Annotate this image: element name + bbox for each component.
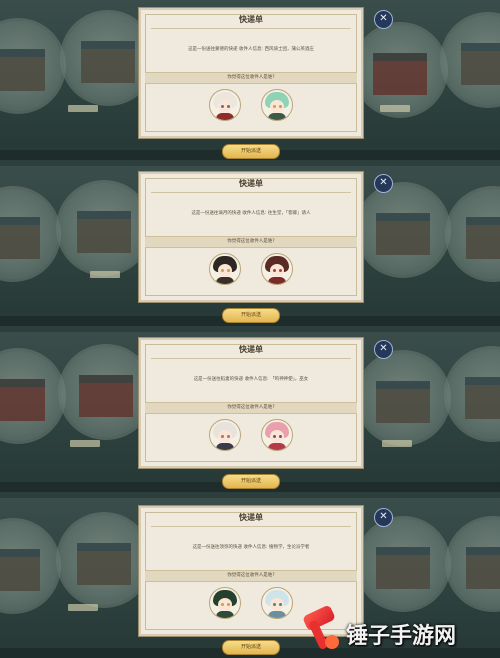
map-location-icon	[355, 516, 451, 612]
candidate-white-hair-avatar[interactable]	[209, 89, 241, 121]
candidate-dark-green-avatar[interactable]	[209, 587, 241, 619]
map-location-icon	[355, 350, 451, 446]
question-text: 你觉得这位收件人是谁?	[227, 75, 275, 80]
dialog-title: 快递单	[239, 345, 263, 354]
delivery-info: 这是一份送往璃月的快递 收件人信息: 往生堂，「客卿」请人	[191, 211, 311, 216]
location-label	[70, 440, 100, 447]
start-delivery-button[interactable]: 开始派送	[222, 474, 280, 489]
map-location-icon	[355, 182, 451, 278]
question-bar: 你觉得这位收件人是谁?	[145, 72, 357, 84]
delivery-dialog: 快递单 这是一份送往稻妻的快递 收件人信息: 「鸣神神使」，巫女 你觉得这位收件…	[139, 338, 363, 468]
map-location-icon	[56, 512, 152, 608]
question-text: 你觉得这位收件人是谁?	[227, 239, 275, 244]
candidate-hat-brown-avatar[interactable]	[261, 253, 293, 285]
candidate-green-hair-avatar[interactable]	[261, 89, 293, 121]
candidate-pink-hair-avatar[interactable]	[261, 419, 293, 451]
dialog-title: 快递单	[239, 15, 263, 24]
delivery-info: 这是一份送往须弥的快递 收件人信息: 植物学，生论派学者	[192, 545, 310, 550]
close-icon[interactable]: ✕	[374, 10, 393, 29]
map-location-icon	[0, 348, 66, 444]
watermark-text: 锤子手游网	[346, 624, 457, 649]
question-bar: 你觉得这位收件人是谁?	[145, 236, 357, 248]
start-delivery-button[interactable]: 开始派送	[222, 308, 280, 323]
map-location-icon	[56, 180, 152, 276]
candidate-dark-hair-avatar[interactable]	[209, 253, 241, 285]
location-label	[380, 105, 410, 112]
delivery-dialog: 快递单 这是一份送往璃月的快递 收件人信息: 往生堂，「客卿」请人 你觉得这位收…	[139, 172, 363, 302]
close-icon[interactable]: ✕	[374, 174, 393, 193]
start-delivery-button[interactable]: 开始派送	[222, 144, 280, 159]
question-text: 你觉得这位收件人是谁?	[227, 405, 275, 410]
delivery-info: 这是一份送往稻妻的快递 收件人信息: 「鸣神神使」，巫女	[193, 377, 309, 382]
dialog-title: 快递单	[239, 513, 263, 522]
question-bar: 你觉得这位收件人是谁?	[145, 570, 357, 582]
hammer-logo-icon	[303, 606, 339, 649]
delivery-dialog: 快递单 这是一份送往蒙德的快递 收件人信息: 西风骑士团，蒲公英酒庄 你觉得这位…	[139, 8, 363, 138]
map-location-icon	[445, 186, 500, 282]
start-delivery-button[interactable]: 开始派送	[222, 640, 280, 655]
map-location-icon	[445, 516, 500, 612]
location-label	[68, 105, 98, 112]
map-location-icon	[444, 346, 500, 442]
candidate-silver-hair-avatar[interactable]	[209, 419, 241, 451]
map-location-icon	[0, 518, 61, 614]
question-text: 你觉得这位收件人是谁?	[227, 573, 275, 578]
location-label	[68, 604, 98, 611]
question-bar: 你觉得这位收件人是谁?	[145, 402, 357, 414]
location-label	[90, 271, 120, 278]
map-location-icon	[0, 186, 61, 282]
close-icon[interactable]: ✕	[374, 508, 393, 527]
map-location-icon	[0, 18, 66, 114]
location-label	[382, 440, 412, 447]
delivery-info: 这是一份送往蒙德的快递 收件人信息: 西风骑士团，蒲公英酒庄	[188, 47, 314, 52]
map-location-icon	[352, 22, 448, 118]
close-icon[interactable]: ✕	[374, 340, 393, 359]
dialog-title: 快递单	[239, 179, 263, 188]
map-location-icon	[440, 12, 500, 108]
candidate-light-blue-avatar[interactable]	[261, 587, 293, 619]
